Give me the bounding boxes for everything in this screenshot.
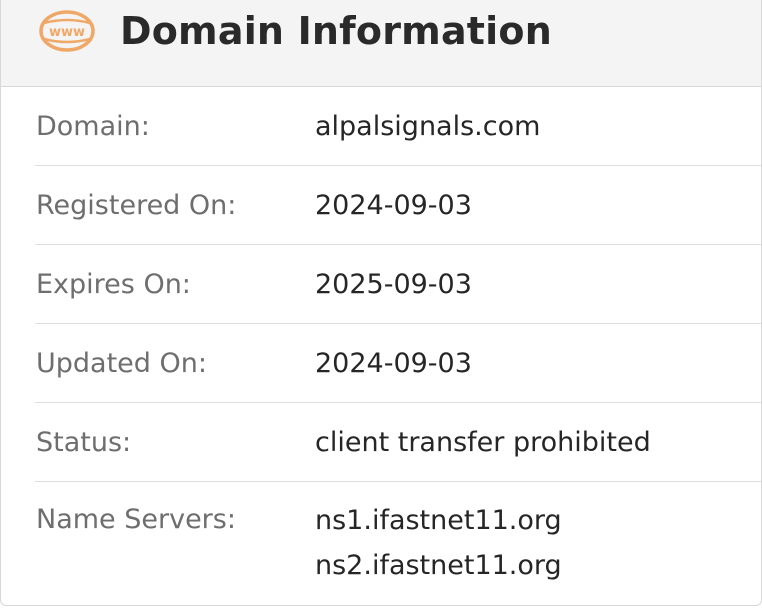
- detail-row-domain: Domain: alpalsignals.com: [1, 87, 761, 166]
- detail-row-registered-on: Registered On: 2024-09-03: [1, 166, 761, 245]
- detail-row-name-servers: Name Servers: ns1.ifastnet11.org ns2.ifa…: [1, 482, 761, 605]
- status-value: client transfer prohibited: [315, 427, 651, 458]
- www-icon: www: [39, 10, 95, 52]
- domain-label: Domain:: [36, 111, 150, 142]
- detail-row-status: Status: client transfer prohibited: [1, 403, 761, 482]
- detail-row-expires-on: Expires On: 2025-09-03: [1, 245, 761, 324]
- name-server-2: ns2.ifastnet11.org: [315, 550, 562, 581]
- domain-information-card: www Domain Information Domain: alpalsign…: [0, 0, 762, 606]
- name-server-1: ns1.ifastnet11.org: [315, 505, 562, 536]
- updated-on-label: Updated On:: [36, 348, 207, 379]
- page-title: Domain Information: [120, 9, 552, 53]
- registered-on-value: 2024-09-03: [315, 190, 472, 221]
- registered-on-label: Registered On:: [36, 190, 237, 221]
- status-label: Status:: [36, 427, 132, 458]
- expires-on-value: 2025-09-03: [315, 269, 472, 300]
- detail-row-updated-on: Updated On: 2024-09-03: [1, 324, 761, 403]
- updated-on-value: 2024-09-03: [315, 348, 472, 379]
- www-icon-text: www: [49, 25, 85, 40]
- domain-value: alpalsignals.com: [315, 111, 541, 142]
- name-servers-label: Name Servers:: [36, 504, 236, 535]
- card-header: www Domain Information: [1, 0, 761, 87]
- name-servers-value: ns1.ifastnet11.org ns2.ifastnet11.org: [315, 498, 562, 588]
- expires-on-label: Expires On:: [36, 269, 191, 300]
